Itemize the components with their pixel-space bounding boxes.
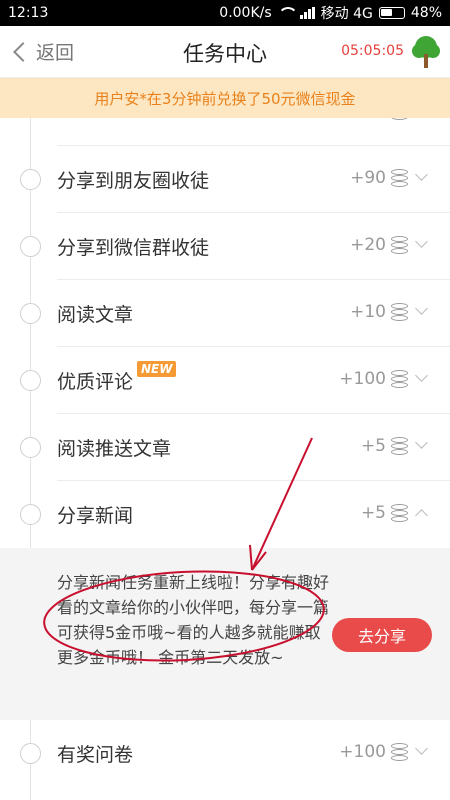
coin-icon — [391, 303, 408, 322]
coin-icon — [391, 504, 408, 523]
chevron-down-icon[interactable] — [415, 742, 428, 755]
task-status-circle — [20, 169, 41, 190]
coin-icon — [391, 236, 408, 255]
task-status-circle — [20, 743, 41, 764]
banner-text: 用户安*在3分钟前兑换了50元微信现金 — [94, 89, 356, 108]
task-reward: +20 — [350, 235, 386, 255]
carrier-label: 移动 4G — [320, 6, 373, 22]
task-label: 有奖问卷 — [57, 744, 134, 766]
status-time: 12:13 — [8, 5, 49, 21]
coin-icon — [391, 169, 408, 188]
coin-icon — [391, 370, 408, 389]
task-reward: +100 — [339, 742, 386, 762]
chevron-down-icon[interactable] — [415, 235, 428, 248]
task-status-circle — [20, 370, 41, 391]
coin-icon — [391, 437, 408, 456]
task-status-circle — [20, 437, 41, 458]
task-row-partial[interactable] — [0, 118, 450, 146]
share-button[interactable]: 去分享 — [332, 618, 432, 652]
countdown-timer: 05:05:05 — [341, 43, 404, 59]
task-reward: +100 — [339, 369, 386, 389]
new-badge: NEW — [137, 361, 177, 377]
task-list: 分享到朋友圈收徒 +90 分享到微信群收徒 +20 阅读文章 +10 优质评论 … — [0, 118, 450, 800]
task-reward: +5 — [360, 436, 386, 456]
signal-icon — [299, 7, 315, 19]
chevron-down-icon[interactable] — [415, 436, 428, 449]
chevron-down-icon[interactable] — [415, 302, 428, 315]
task-label: 分享到微信群收徒 — [57, 237, 210, 259]
exchange-notice-banner: 用户安*在3分钟前兑换了50元微信现金 — [0, 78, 450, 118]
task-label: 阅读推送文章 — [57, 438, 172, 460]
network-speed: 0.00K/s — [219, 5, 272, 21]
task-reward: +5 — [360, 503, 386, 523]
task-status-circle — [20, 236, 41, 257]
task-description: 分享新闻任务重新上线啦！分享有趣好看的文章给你的小伙伴吧，每分享一篇可获得5金币… — [57, 573, 330, 667]
task-label: 分享到朋友圈收徒 — [57, 170, 210, 192]
nav-bar: 返回 任务中心 05:05:05 — [0, 26, 450, 78]
battery-percent: 48% — [410, 5, 442, 21]
task-row[interactable]: 阅读推送文章 +5 — [0, 414, 450, 481]
status-bar: 12:13 0.00K/s 移动 4G 48% — [0, 0, 450, 26]
chevron-up-icon[interactable] — [415, 509, 428, 522]
task-status-circle — [20, 303, 41, 324]
coin-icon — [391, 743, 408, 762]
wifi-icon — [277, 7, 298, 19]
task-row[interactable]: 优质评论 NEW +100 — [0, 347, 450, 414]
task-row[interactable]: 分享到朋友圈收徒 +90 — [0, 146, 450, 213]
task-label: 阅读文章 — [57, 304, 134, 326]
task-label: 优质评论 — [57, 371, 134, 393]
task-detail-panel: 分享新闻任务重新上线啦！分享有趣好看的文章给你的小伙伴吧，每分享一篇可获得5金币… — [0, 548, 450, 720]
battery-icon — [378, 7, 405, 19]
task-row[interactable]: 有奖问卷 +100 — [0, 720, 450, 787]
task-reward: +10 — [350, 302, 386, 322]
task-row[interactable]: 分享到微信群收徒 +20 — [0, 213, 450, 280]
task-label: 分享新闻 — [57, 505, 134, 527]
tree-icon[interactable] — [412, 36, 440, 68]
task-status-circle — [20, 504, 41, 525]
chevron-down-icon[interactable] — [415, 168, 428, 181]
task-row[interactable]: 阅读文章 +10 — [0, 280, 450, 347]
task-row-expanded[interactable]: 分享新闻 +5 — [0, 481, 450, 548]
chevron-down-icon[interactable] — [415, 369, 428, 382]
task-reward: +90 — [350, 168, 386, 188]
coin-icon — [391, 118, 408, 121]
